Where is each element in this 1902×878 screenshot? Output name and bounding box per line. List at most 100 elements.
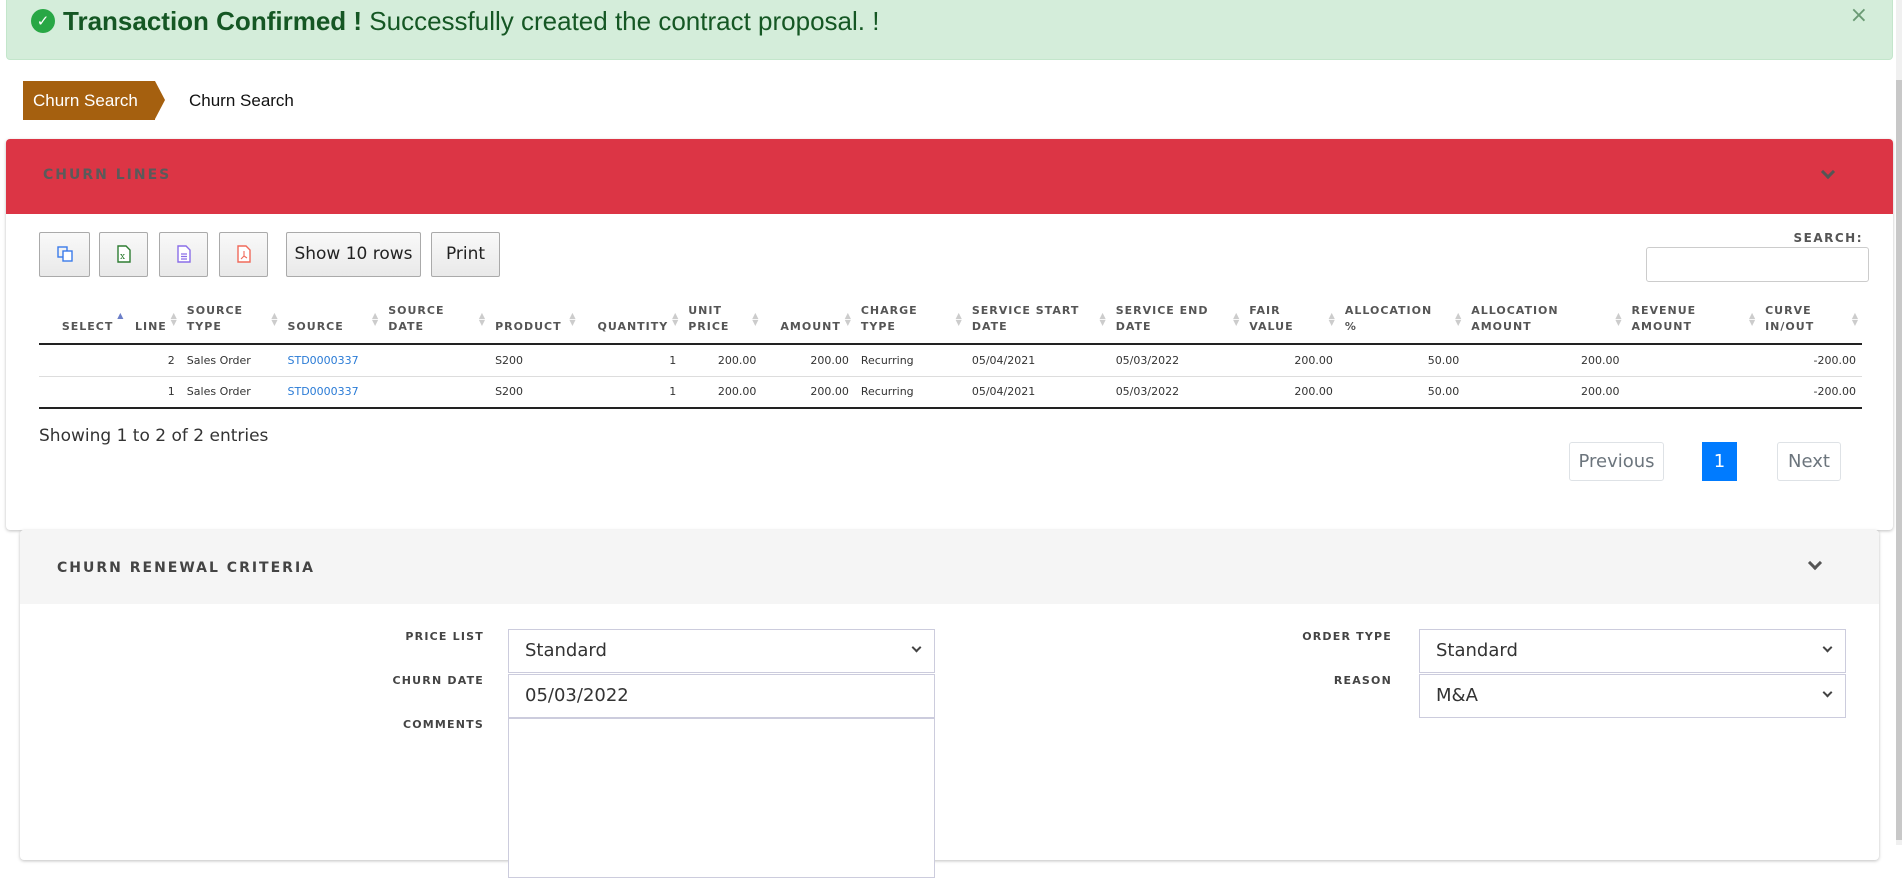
column-header-select[interactable]: SELECT ▲ (39, 300, 128, 345)
source-link[interactable]: STD0000337 (288, 354, 359, 367)
sort-icon[interactable]: ▲ ▼ (1233, 312, 1240, 327)
column-header-line1 (133, 303, 166, 319)
column-header-allocation-pct[interactable]: ALLOCATION% ▲ ▼ (1338, 300, 1466, 345)
order-type-label: ORDER TYPE (1302, 630, 1392, 643)
sort-icon[interactable]: ▲ ▼ (171, 312, 178, 327)
sort-icon[interactable]: ▲ ▼ (569, 312, 576, 327)
column-header-line2: TYPE (860, 320, 896, 333)
column-header-source-type[interactable]: SOURCE TYPE ▲ ▼ (180, 300, 282, 345)
column-header-line1: FAIR (1249, 304, 1281, 317)
cell-select[interactable] (39, 376, 128, 409)
price-list-select[interactable]: Standard (508, 629, 935, 673)
alert-title: Transaction Confirmed ! (63, 6, 363, 36)
column-header-line[interactable]: LINE ▲ ▼ (127, 300, 181, 345)
cell-quantity: 1 (579, 376, 683, 409)
comments-textarea[interactable] (508, 718, 935, 878)
column-header-quantity[interactable]: QUANTITY ▲ ▼ (579, 300, 683, 345)
sort-icon[interactable]: ▲ ▼ (672, 312, 679, 327)
table-info: Showing 1 to 2 of 2 entries (39, 426, 269, 446)
cell-select[interactable] (39, 344, 128, 377)
column-header-line2: DATE (1115, 320, 1152, 333)
column-header-line2: DATE (971, 320, 1008, 333)
cell-revenue-amount (1625, 344, 1760, 377)
column-header-line2: AMOUNT (1471, 320, 1532, 333)
churn-lines-header[interactable]: CHURN LINES (6, 139, 1893, 214)
breadcrumb-item-churn-search[interactable]: Churn Search (23, 81, 165, 120)
cell-fair-value: 200.00 (1243, 376, 1339, 409)
sort-icon[interactable]: ▲ ▼ (479, 312, 486, 327)
cell-source: STD0000337 (281, 344, 383, 377)
column-header-fair-value[interactable]: FAIR VALUE ▲ ▼ (1243, 300, 1339, 345)
column-header-line1: REVENUE (1631, 304, 1697, 317)
cell-source-date (382, 344, 490, 377)
column-header-line1: UNIT (688, 304, 722, 317)
churn-lines-table: SELECT ▲ LINE ▲ ▼ SOURCE TYPE ▲ ▼ SOURCE ▲ ▼ SOURC… (39, 300, 1862, 409)
sort-icon[interactable]: ▲ ▼ (271, 312, 278, 327)
sort-icon[interactable]: ▲ ▼ (752, 312, 759, 327)
churn-date-input[interactable]: 05/03/2022 (508, 674, 935, 718)
column-header-line2: PRODUCT (495, 320, 562, 333)
column-header-unit-price[interactable]: UNIT PRICE ▲ ▼ (682, 300, 763, 345)
sort-icon[interactable]: ▲ ▼ (1852, 312, 1859, 327)
column-header-line1 (768, 303, 840, 319)
cell-product: S200 (489, 344, 580, 377)
sort-icon[interactable]: ▲ ▼ (1455, 312, 1462, 327)
sort-icon[interactable]: ▲ ▼ (845, 312, 852, 327)
sort-icon[interactable]: ▲ ▼ (1749, 312, 1756, 327)
column-header-curve[interactable]: CURVE IN/OUT ▲ ▼ (1759, 300, 1862, 345)
column-header-line2: TYPE (186, 320, 222, 333)
show-rows-button[interactable]: Show 10 rows (286, 232, 421, 277)
column-header-line2: VALUE (1249, 320, 1294, 333)
column-header-revenue-amount[interactable]: REVENUE AMOUNT ▲ ▼ (1625, 300, 1760, 345)
column-header-line1: SOURCE (186, 304, 244, 317)
excel-button[interactable]: x (99, 232, 148, 277)
chevron-down-icon (1822, 687, 1833, 698)
scrollbar-thumb[interactable] (1896, 80, 1902, 840)
order-type-select[interactable]: Standard (1419, 629, 1846, 673)
print-button[interactable]: Print (431, 232, 500, 277)
close-icon[interactable]: × (1850, 3, 1868, 28)
sort-icon[interactable]: ▲ ▼ (372, 312, 379, 327)
csv-button[interactable] (159, 232, 208, 277)
cell-fair-value: 200.00 (1243, 344, 1339, 377)
column-header-source-date[interactable]: SOURCE DATE ▲ ▼ (382, 300, 490, 345)
cell-amount: 200.00 (762, 344, 855, 377)
cell-unit-price: 200.00 (682, 376, 763, 409)
column-header-product[interactable]: PRODUCT ▲ ▼ (489, 300, 580, 345)
sort-icon[interactable]: ▲ ▼ (1615, 312, 1622, 327)
reason-select[interactable]: M&A (1419, 674, 1846, 718)
column-header-line1: CHARGE (860, 304, 918, 317)
table-row[interactable]: 2 Sales Order STD0000337 S200 1 200.00 200.00 R… (39, 344, 1862, 377)
cell-curve: -200.00 (1759, 376, 1862, 409)
column-header-charge-type[interactable]: CHARGE TYPE ▲ ▼ (854, 300, 966, 345)
column-header-service-start[interactable]: SERVICE START DATE ▲ ▼ (965, 300, 1110, 345)
comments-label: COMMENTS (402, 718, 484, 731)
cell-allocation-pct: 50.00 (1338, 376, 1466, 409)
renewal-criteria-header[interactable]: CHURN RENEWAL CRITERIA (20, 530, 1879, 604)
reason-label: REASON (1333, 674, 1392, 687)
sort-icon[interactable]: ▲ ▼ (956, 312, 963, 327)
pdf-button[interactable] (219, 232, 268, 277)
sort-icon[interactable]: ▲ ▼ (1329, 312, 1336, 327)
page-scrollbar[interactable] (1896, 0, 1902, 845)
chevron-down-icon[interactable] (1807, 555, 1823, 571)
column-header-amount[interactable]: AMOUNT ▲ ▼ (762, 300, 855, 345)
chevron-down-icon (1822, 642, 1833, 653)
sort-icon[interactable]: ▲ (117, 312, 124, 320)
source-link[interactable]: STD0000337 (288, 385, 359, 398)
page-1-button[interactable]: 1 (1702, 442, 1737, 481)
table-row[interactable]: 1 Sales Order STD0000337 S200 1 200.00 200.00 R… (39, 376, 1862, 409)
column-header-source[interactable]: SOURCE ▲ ▼ (281, 300, 383, 345)
cell-charge-type: Recurring (854, 344, 966, 377)
column-header-line2: AMOUNT (1631, 320, 1692, 333)
column-header-service-end[interactable]: SERVICE END DATE ▲ ▼ (1109, 300, 1244, 345)
copy-button[interactable] (39, 232, 90, 277)
chevron-down-icon[interactable] (1820, 164, 1836, 180)
renewal-criteria-title: CHURN RENEWAL CRITERIA (57, 560, 315, 576)
search-input[interactable] (1646, 247, 1869, 282)
column-header-allocation-amount[interactable]: ALLOCATION AMOUNT ▲ ▼ (1465, 300, 1626, 345)
previous-page-button[interactable]: Previous (1569, 442, 1664, 481)
price-list-value: Standard (525, 640, 607, 661)
next-page-button[interactable]: Next (1777, 442, 1841, 481)
sort-icon[interactable]: ▲ ▼ (1100, 312, 1107, 327)
